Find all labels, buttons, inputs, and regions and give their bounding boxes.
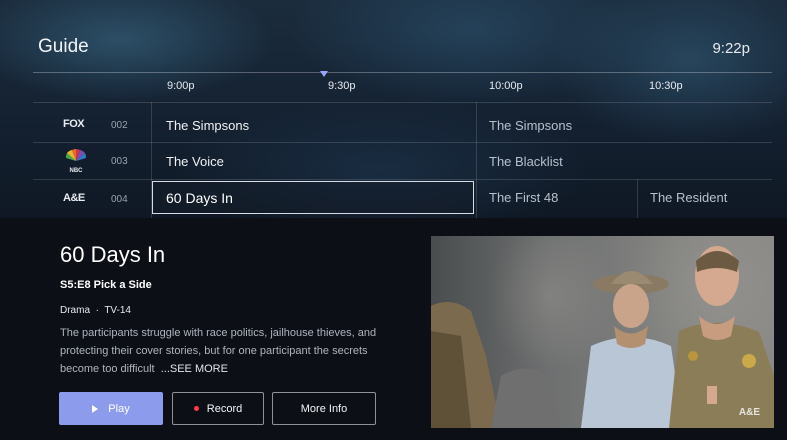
record-label: Record [206,402,243,415]
program-preview-image: A&E [431,236,774,428]
tv-guide-screen: Guide 9:22p 9:00p 9:30p 10:00p 10:30p FO… [0,0,787,440]
program-cell[interactable]: The Simpsons [166,118,249,133]
program-cell[interactable]: The Blacklist [489,154,563,169]
grid-row-line [33,142,772,143]
grid-col-line [637,179,638,218]
channel-logo-fox: FOX [63,118,85,130]
grid-col-line [476,102,477,218]
genre: Drama [60,305,91,316]
play-button[interactable]: Play [59,392,163,425]
program-title: 60 Days In [60,242,166,267]
program-cell-selected[interactable]: 60 Days In [152,181,474,214]
channel-logo-nbc: NBC [70,168,84,174]
page-title: Guide [38,36,89,57]
program-description: The participants struggle with race poli… [60,324,400,378]
network-watermark-icon: A&E [738,407,760,418]
meta-separator: · [95,305,99,316]
see-more-link[interactable]: ...SEE MORE [161,363,228,375]
program-cell[interactable]: The Simpsons [489,118,572,133]
program-cell[interactable]: The Voice [166,154,224,169]
more-info-label: More Info [300,402,348,415]
timeslot-3: 10:00p [489,80,523,92]
program-meta: Drama · TV-14 [60,305,131,316]
grid-row-line [33,102,772,103]
nbc-peacock-icon: NBC [64,148,88,174]
program-cell[interactable]: The First 48 [489,190,558,205]
timeslot-1: 9:00p [167,80,195,92]
play-label: Play [108,402,130,415]
play-icon [92,404,99,413]
preview-scene-illustration [431,246,774,428]
current-time-marker [320,71,328,77]
program-title: 60 Days In [166,190,233,206]
rating: TV-14 [104,305,131,316]
record-button[interactable]: Record [172,392,264,425]
channel-number: 003 [111,156,128,167]
program-cell[interactable]: The Resident [650,190,727,205]
more-info-button[interactable]: More Info [272,392,376,425]
episode-info: S5:E8 Pick a Side [60,279,152,291]
channel-number: 004 [111,194,128,205]
timeline-divider [33,72,772,73]
channel-logo-ae: A&E [63,192,85,204]
timeslot-4: 10:30p [649,80,683,92]
timeslot-2: 9:30p [328,80,356,92]
clock: 9:22p [712,40,750,57]
record-dot-icon [193,406,199,411]
channel-number: 002 [111,120,128,131]
grid-row-line [33,179,772,180]
